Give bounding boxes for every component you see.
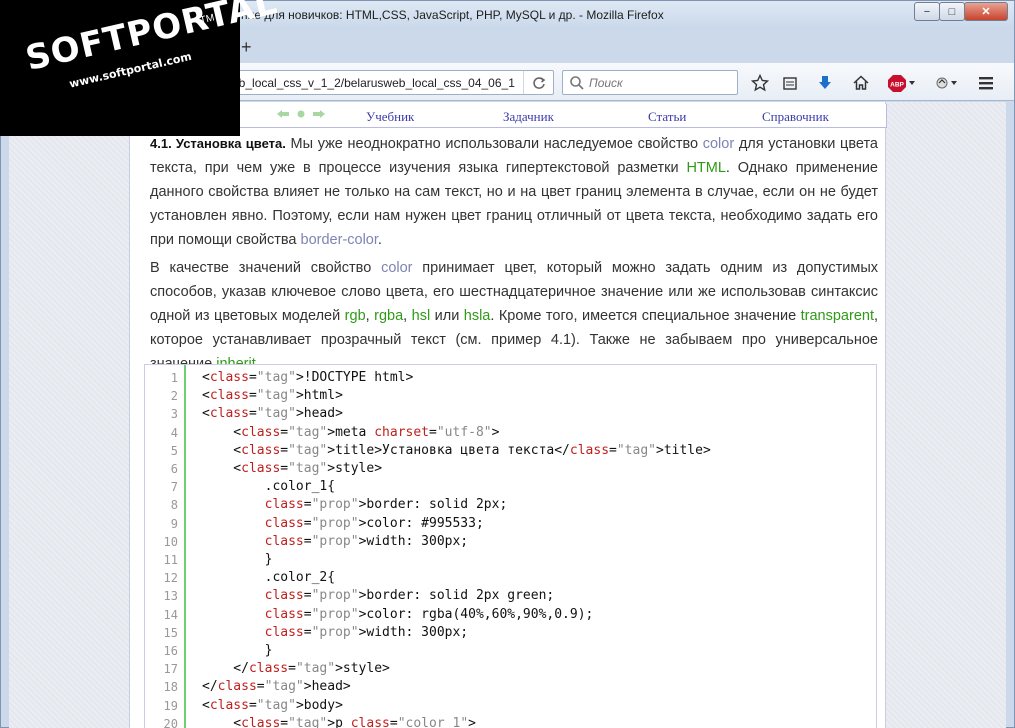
- hamburger-menu-icon[interactable]: [975, 72, 997, 94]
- window-controls: − □ ✕: [914, 2, 1008, 21]
- bookmarks-menu-icon[interactable]: [779, 72, 801, 94]
- line-number: 9: [170, 516, 178, 531]
- next-arrow-icon[interactable]: [313, 110, 325, 118]
- line-number: 16: [163, 644, 178, 658]
- menu-link-problems[interactable]: Задачник: [503, 109, 554, 125]
- line-number: 3: [170, 407, 178, 422]
- url-bar[interactable]: eb_local_css_v_1_2/belarusweb_local_css_…: [201, 70, 554, 95]
- keyword-link-rgb[interactable]: rgb: [345, 308, 366, 324]
- home-icon[interactable]: [850, 72, 872, 94]
- line-number: 5: [170, 443, 178, 458]
- code-line: class="prop">width: 300px;: [264, 624, 469, 640]
- code-line: <class="tag">meta charset="utf-8">: [202, 424, 500, 440]
- reload-icon: [532, 76, 545, 89]
- keyword-link-hsla[interactable]: hsla: [464, 308, 491, 324]
- code-line: class="prop">color: #995533;: [264, 515, 484, 531]
- line-number: 2: [170, 389, 178, 404]
- keyword-link-transparent[interactable]: transparent: [801, 308, 874, 324]
- line-number: 7: [170, 480, 178, 495]
- adblock-icon[interactable]: ABP: [887, 72, 917, 94]
- section-heading: 4.1. Установка цвета.: [150, 136, 286, 151]
- code-line: <class="tag">body>: [202, 697, 343, 713]
- extension-icon[interactable]: [933, 72, 961, 94]
- adblock-label: ABP: [890, 82, 904, 89]
- keyword-link-color-2[interactable]: color: [381, 260, 412, 276]
- downloads-icon[interactable]: [814, 72, 836, 94]
- line-number: 8: [170, 498, 178, 513]
- page-nav-arrows: [277, 110, 325, 118]
- code-line: .color_2{: [202, 570, 336, 586]
- code-line: class="prop">border: solid 2px green;: [264, 588, 555, 604]
- close-button[interactable]: ✕: [964, 2, 1008, 21]
- site-top-menu: Учебник Задачник Статьи Справочник: [130, 104, 887, 128]
- dot-icon[interactable]: [295, 110, 307, 118]
- reload-button[interactable]: [523, 71, 553, 94]
- line-number: 20: [163, 716, 178, 728]
- maximize-button[interactable]: □: [939, 2, 965, 21]
- line-number: 15: [163, 625, 178, 640]
- keyword-link-rgba[interactable]: rgba: [374, 308, 403, 324]
- menu-link-reference[interactable]: Справочник: [762, 109, 829, 125]
- code-line: class="prop">color: rgba(40%,60%,90%,0.9…: [264, 606, 594, 622]
- code-line: <class="tag">head>: [202, 406, 343, 422]
- code-line: class="prop">width: 300px;: [264, 533, 469, 549]
- menu-link-textbook[interactable]: Учебник: [366, 109, 414, 125]
- line-number: 14: [163, 607, 178, 622]
- line-number: 12: [163, 571, 178, 586]
- url-text[interactable]: eb_local_css_v_1_2/belarusweb_local_css_…: [232, 76, 515, 90]
- code-line: <class="tag">p class="color_1">: [202, 715, 476, 728]
- page-viewport[interactable]: Учебник Задачник Статьи Справочник 4.1. …: [9, 102, 1006, 728]
- code-line: class="prop">border: solid 2px;: [264, 497, 508, 513]
- page-content: Учебник Задачник Статьи Справочник 4.1. …: [129, 102, 887, 728]
- code-line: }: [202, 552, 273, 567]
- line-number: 19: [163, 698, 178, 713]
- code-line: </class="tag">style>: [202, 661, 390, 677]
- search-icon: [570, 76, 584, 90]
- paragraph-2: В качестве значений свойство color прини…: [150, 256, 878, 376]
- line-number: 6: [170, 462, 178, 476]
- line-number: 11: [163, 553, 178, 567]
- line-number: 13: [163, 589, 178, 604]
- keyword-link-color[interactable]: color: [703, 136, 734, 152]
- code-line: <class="tag">!DOCTYPE html>: [202, 370, 414, 385]
- code-example-block: 1 2 3 4 5 6 7 8 9 10 11 12 13 14 15 16 17 18 19 20 <class="…: [144, 364, 877, 728]
- code-line: <class="tag">html>: [202, 388, 343, 404]
- search-input[interactable]: [589, 74, 729, 92]
- keyword-link-hsl[interactable]: hsl: [412, 308, 431, 324]
- code-line: }: [202, 643, 273, 658]
- new-tab-button[interactable]: +: [241, 37, 252, 58]
- keyword-link-border-color[interactable]: border-color: [301, 232, 378, 248]
- code-line: </class="tag">head>: [202, 679, 351, 695]
- bookmark-star-icon[interactable]: [749, 72, 771, 94]
- window-title: ние для новичков: HTML,CSS, JavaScript, …: [241, 8, 664, 22]
- line-number: 1: [170, 371, 178, 385]
- line-number-gutter: 1 2 3 4 5 6 7 8 9 10 11 12 13 14 15 16 17 18 19 20: [145, 365, 186, 728]
- code-line: .color_1{: [202, 479, 336, 495]
- line-number: 4: [170, 425, 178, 440]
- menu-link-articles[interactable]: Статьи: [648, 109, 686, 125]
- paragraph-1: 4.1. Установка цвета. Мы уже неоднократн…: [150, 136, 878, 248]
- line-number: 17: [163, 662, 178, 677]
- prev-arrow-icon[interactable]: [277, 110, 289, 118]
- keyword-link-html[interactable]: HTML: [686, 160, 725, 176]
- code-line: <class="tag">title>Установка цвета текст…: [202, 442, 711, 458]
- search-bar[interactable]: [562, 70, 738, 95]
- line-number: 18: [163, 680, 178, 695]
- minimize-button[interactable]: −: [914, 2, 940, 21]
- code-line: <class="tag">style>: [202, 461, 383, 476]
- softportal-watermark: SOFTPORTAL TM www.softportal.com: [0, 0, 281, 136]
- line-number: 10: [163, 534, 178, 549]
